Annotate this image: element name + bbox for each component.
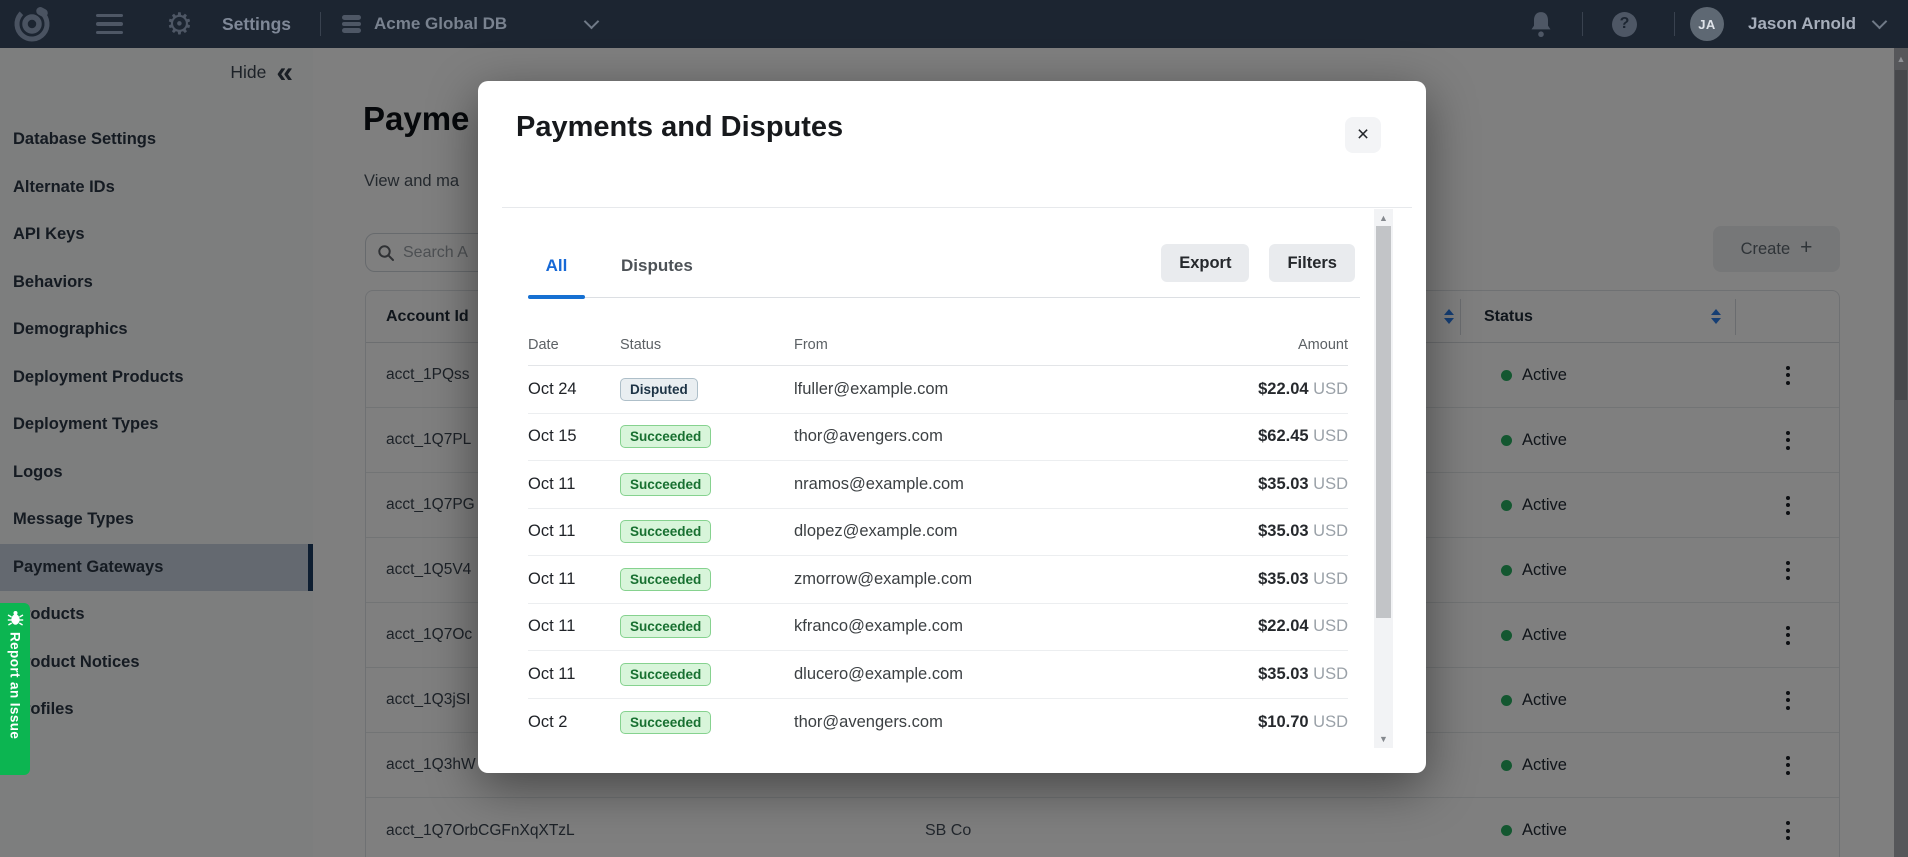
notifications-bell-icon[interactable] (1528, 0, 1554, 48)
tab-all[interactable]: All (528, 234, 585, 297)
user-name[interactable]: Jason Arnold (1748, 0, 1856, 48)
scroll-down-arrow-icon[interactable]: ▼ (1374, 734, 1393, 744)
payment-row[interactable]: Oct 15 Succeeded thor@avengers.com $62.4… (528, 414, 1348, 462)
app-logo-icon[interactable] (12, 0, 52, 48)
cell-amount: $35.03 (1258, 475, 1308, 493)
topbar-divider (1582, 12, 1583, 36)
payments-table-body: Oct 24 Disputed lfuller@example.com $22.… (528, 366, 1348, 746)
tab-all-label: All (546, 256, 568, 276)
status-badge: Succeeded (620, 568, 711, 591)
payment-row[interactable]: Oct 2 Succeeded thor@avengers.com $10.70… (528, 699, 1348, 747)
modal-scrollbar-thumb[interactable] (1376, 226, 1391, 618)
cell-date: Oct 11 (528, 665, 620, 684)
modal-actions: Export Filters (1161, 244, 1355, 282)
hamburger-menu-icon[interactable] (96, 0, 123, 48)
status-badge: Succeeded (620, 425, 711, 448)
chevron-down-icon[interactable] (586, 0, 597, 48)
cell-from: kfranco@example.com (794, 617, 1188, 636)
modal-scrollbar[interactable]: ▲ ▼ (1374, 209, 1393, 748)
topbar-divider (1674, 12, 1675, 36)
cell-date: Oct 24 (528, 380, 620, 399)
cell-date: Oct 11 (528, 522, 620, 541)
top-bar: ⚙ Settings Acme Global DB ? JA Jason Arn… (0, 0, 1908, 48)
close-icon[interactable]: × (1345, 117, 1381, 153)
payment-row[interactable]: Oct 24 Disputed lfuller@example.com $22.… (528, 366, 1348, 414)
status-badge: Succeeded (620, 520, 711, 543)
cell-from: dlopez@example.com (794, 522, 1188, 541)
payment-row[interactable]: Oct 11 Succeeded dlopez@example.com $35.… (528, 509, 1348, 557)
cell-currency: USD (1313, 427, 1348, 445)
cell-from: thor@avengers.com (794, 713, 1188, 732)
payment-row[interactable]: Oct 11 Succeeded dlucero@example.com $35… (528, 651, 1348, 699)
cell-from: dlucero@example.com (794, 665, 1188, 684)
cell-currency: USD (1313, 570, 1348, 588)
cell-amount: $22.04 (1258, 380, 1308, 398)
cell-amount: $62.45 (1258, 427, 1308, 445)
cell-date: Oct 15 (528, 427, 620, 446)
cell-currency: USD (1313, 522, 1348, 540)
cell-currency: USD (1313, 665, 1348, 683)
cell-date: Oct 11 (528, 617, 620, 636)
column-header-amount: Amount (1188, 337, 1348, 353)
scroll-up-arrow-icon[interactable]: ▲ (1894, 54, 1908, 64)
report-issue-tab[interactable]: Report an Issue (0, 603, 30, 775)
active-tab-underline (528, 295, 585, 299)
cell-amount: $22.04 (1258, 617, 1308, 635)
gear-icon: ⚙ (166, 0, 193, 48)
cell-currency: USD (1313, 475, 1348, 493)
app-root: ⚙ Settings Acme Global DB ? JA Jason Arn… (0, 0, 1908, 857)
page-scrollbar-thumb[interactable] (1895, 70, 1907, 400)
status-badge: Succeeded (620, 615, 711, 638)
export-button[interactable]: Export (1161, 244, 1249, 282)
cell-date: Oct 2 (528, 713, 620, 732)
user-avatar[interactable]: JA (1690, 0, 1724, 48)
cell-date: Oct 11 (528, 475, 620, 494)
payment-row[interactable]: Oct 11 Succeeded kfranco@example.com $22… (528, 604, 1348, 652)
help-icon[interactable]: ? (1612, 0, 1637, 48)
cell-date: Oct 11 (528, 570, 620, 589)
cell-from: thor@avengers.com (794, 427, 1188, 446)
topbar-divider (320, 12, 321, 36)
user-menu-chevron-icon[interactable] (1874, 0, 1885, 48)
cell-currency: USD (1313, 713, 1348, 731)
tab-disputes-label: Disputes (621, 256, 693, 276)
cell-from: lfuller@example.com (794, 380, 1188, 399)
filters-button[interactable]: Filters (1269, 244, 1355, 282)
page-scrollbar[interactable]: ▲ (1894, 48, 1908, 857)
column-header-from: From (794, 337, 1188, 353)
payments-disputes-modal: Payments and Disputes × All Disputes Exp… (478, 81, 1426, 773)
cell-currency: USD (1313, 617, 1348, 635)
cell-currency: USD (1313, 380, 1348, 398)
tab-disputes[interactable]: Disputes (607, 234, 707, 297)
avatar-initials: JA (1690, 7, 1724, 41)
column-header-status: Status (620, 337, 794, 353)
modal-title: Payments and Disputes (516, 111, 843, 144)
cell-amount: $35.03 (1258, 570, 1308, 588)
cell-from: zmorrow@example.com (794, 570, 1188, 589)
database-icon (342, 0, 361, 48)
cell-amount: $35.03 (1258, 665, 1308, 683)
report-issue-label: Report an Issue (8, 632, 23, 739)
topbar-settings-label: Settings (222, 0, 291, 48)
scroll-up-arrow-icon[interactable]: ▲ (1374, 213, 1393, 223)
help-glyph: ? (1612, 12, 1637, 37)
cell-amount: $10.70 (1258, 713, 1308, 731)
bug-icon (7, 610, 24, 627)
column-header-date: Date (528, 337, 620, 353)
database-selector[interactable]: Acme Global DB (374, 0, 507, 48)
cell-amount: $35.03 (1258, 522, 1308, 540)
payments-table-header: Date Status From Amount (528, 324, 1348, 366)
cell-from: nramos@example.com (794, 475, 1188, 494)
status-badge: Disputed (620, 378, 698, 401)
status-badge: Succeeded (620, 473, 711, 496)
modal-scroll-region: All Disputes Export Filters Date Status … (502, 207, 1412, 748)
payment-row[interactable]: Oct 11 Succeeded zmorrow@example.com $35… (528, 556, 1348, 604)
status-badge: Succeeded (620, 663, 711, 686)
payment-row[interactable]: Oct 11 Succeeded nramos@example.com $35.… (528, 461, 1348, 509)
status-badge: Succeeded (620, 711, 711, 734)
